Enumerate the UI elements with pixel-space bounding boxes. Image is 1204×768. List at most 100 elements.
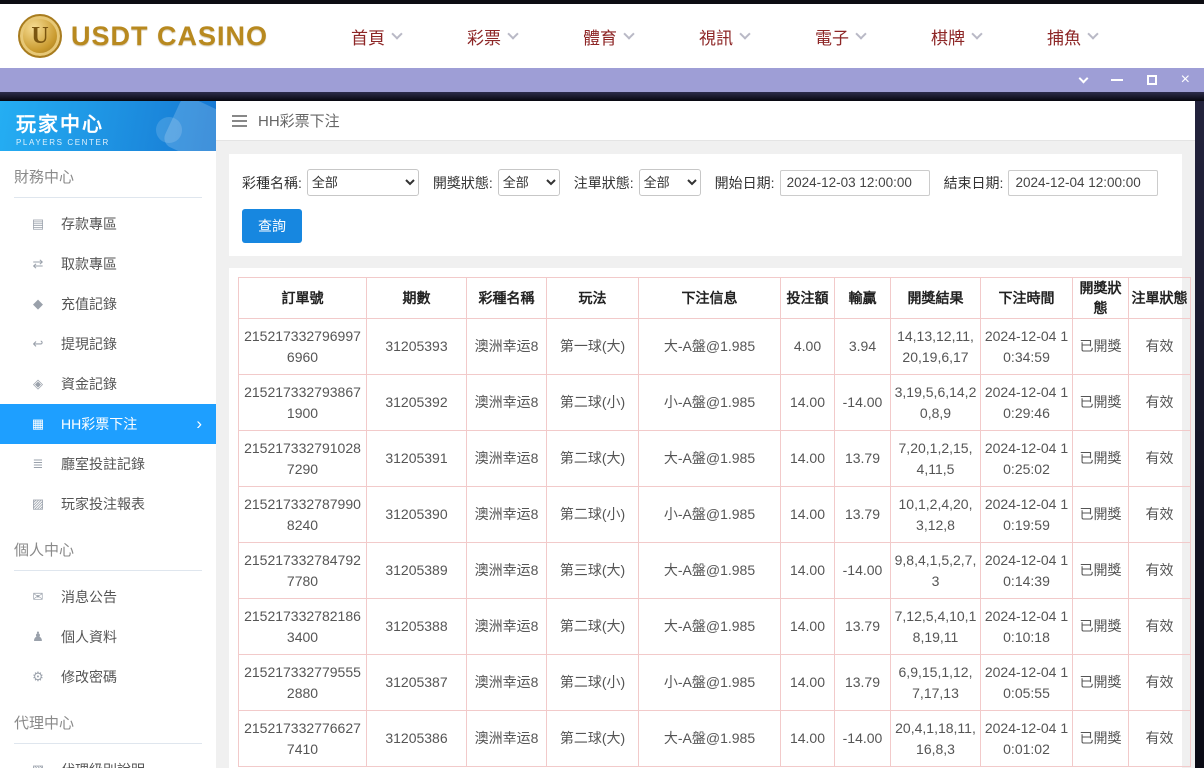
sidebar-item-agent-level-info[interactable]: ▧ 代理級別說明 xyxy=(0,750,216,768)
sidebar-item-change-password[interactable]: ⚙ 修改密碼 xyxy=(0,657,216,697)
room-bet-record-icon: ≣ xyxy=(32,456,44,471)
sidebar-item-label: 代理級別說明 xyxy=(61,760,145,768)
table-cell: 2152173327879908240 xyxy=(238,486,367,543)
nav-item-home[interactable]: 首頁 xyxy=(318,4,434,68)
table-cell: 2024-12-04 10:05:55 xyxy=(980,654,1073,711)
nav-item-live-video[interactable]: 視訊 xyxy=(666,4,782,68)
sidebar-item-hh-lottery-bets[interactable]: ▦ HH彩票下注 › xyxy=(0,404,216,444)
menu-toggle-icon[interactable] xyxy=(232,114,247,127)
sidebar-item-room-bet-records[interactable]: ≣ 廳室投註記錄 xyxy=(0,444,216,484)
sidebar-item-player-bet-report[interactable]: ▨ 玩家投注報表 xyxy=(0,484,216,524)
table-cell: 第二球(小) xyxy=(546,374,639,431)
table-cell: 13.79 xyxy=(834,486,891,543)
table-cell: 2024-12-04 10:29:46 xyxy=(980,374,1073,431)
sidebar-header: 玩家中心 PLAYERS CENTER xyxy=(0,101,216,151)
filter-row: 彩種名稱: 全部 開獎狀態: 全部 注單狀態: 全部 開始日期: 結束日期: xyxy=(242,169,1169,196)
nav-item-chess-cards[interactable]: 棋牌 xyxy=(898,4,1014,68)
table-cell: 14.00 xyxy=(780,374,835,431)
sidebar-item-recharge-records[interactable]: ◆ 充值記錄 xyxy=(0,284,216,324)
table-cell: 14.00 xyxy=(780,654,835,711)
table-cell: 有效 xyxy=(1128,318,1191,375)
chevron-down-icon xyxy=(739,27,751,40)
logo[interactable]: U USDT CASINO xyxy=(18,14,268,58)
sidebar-item-profile[interactable]: ♟ 個人資料 xyxy=(0,617,216,657)
sidebar-item-withdrawal-records[interactable]: ↩ 提現記錄 xyxy=(0,324,216,364)
chevron-down-icon xyxy=(1087,27,1099,40)
search-button[interactable]: 查詢 xyxy=(242,209,302,243)
funds-record-icon: ◈ xyxy=(33,376,43,391)
table-cell: 有效 xyxy=(1128,654,1191,711)
sidebar-item-deposit-area[interactable]: ▤ 存款專區 xyxy=(0,204,216,244)
sidebar-item-announcements[interactable]: ✉ 消息公告 xyxy=(0,577,216,617)
table-cell: 31205390 xyxy=(366,486,467,543)
column-header: 彩種名稱 xyxy=(466,277,547,319)
maximize-button[interactable] xyxy=(1146,75,1157,85)
order-status-select[interactable]: 全部 xyxy=(638,169,701,196)
section-title: 財務中心 xyxy=(14,166,202,198)
table-cell: 3.94 xyxy=(834,318,891,375)
sidebar-item-label: 充值記錄 xyxy=(61,296,117,312)
table-cell: 2152173327910287290 xyxy=(238,430,367,487)
column-header: 訂單號 xyxy=(238,277,367,319)
table-cell: 小-A盤@1.985 xyxy=(638,486,781,543)
table-cell: 已開獎 xyxy=(1072,374,1129,431)
nav-item-slots[interactable]: 電子 xyxy=(782,4,898,68)
nav-item-label: 彩票 xyxy=(467,28,502,48)
bets-table-card: 訂單號 期數 彩種名稱 玩法 下注信息 投注額 輸贏 開獎結果 下注時間 開獎狀態 注單狀態 2152… xyxy=(229,268,1191,768)
cashout-record-icon: ↩ xyxy=(32,336,44,351)
table-cell: 31205392 xyxy=(366,374,467,431)
sidebar-item-funds-records[interactable]: ◈ 資金記錄 xyxy=(0,364,216,404)
nav-item-fishing[interactable]: 捕魚 xyxy=(1014,4,1130,68)
sidebar-item-label: 資金記錄 xyxy=(61,376,117,392)
table-row: 2152173327910287290 31205391 澳洲幸运8 第二球(大) 大-… xyxy=(238,430,1191,487)
end-date-input[interactable] xyxy=(1008,169,1159,196)
table-cell: 澳洲幸运8 xyxy=(466,542,547,599)
sidebar-item-label: 個人資料 xyxy=(61,629,117,645)
draw-status-filter-label: 開獎狀態: xyxy=(432,174,493,191)
table-cell: 大-A盤@1.985 xyxy=(638,542,781,599)
section-title: 代理中心 xyxy=(14,712,202,744)
nav-item-label: 棋牌 xyxy=(931,28,966,48)
sidebar-item-label: HH彩票下注 xyxy=(61,416,138,432)
sidebar: 玩家中心 PLAYERS CENTER 財務中心 ▤ 存款專區 ⇄ 取款專區 ◆ 充值記錄 ↩… xyxy=(0,101,216,768)
table-cell: 14.00 xyxy=(780,542,835,599)
nav-item-lottery[interactable]: 彩票 xyxy=(434,4,550,68)
table-cell: 澳洲幸运8 xyxy=(466,654,547,711)
table-cell: 31205386 xyxy=(366,710,467,767)
breadcrumb: HH彩票下注 xyxy=(216,101,1195,141)
table-header-row: 訂單號 期數 彩種名稱 玩法 下注信息 投注額 輸贏 開獎結果 下注時間 開獎狀態 注單狀態 xyxy=(238,277,1191,319)
table-cell: 小-A盤@1.985 xyxy=(638,654,781,711)
chevron-down-icon xyxy=(391,27,403,40)
close-button[interactable]: × xyxy=(1181,72,1190,88)
content-row: 玩家中心 PLAYERS CENTER 財務中心 ▤ 存款專區 ⇄ 取款專區 ◆ 充值記錄 ↩… xyxy=(0,101,1204,768)
table-cell: 澳洲幸运8 xyxy=(466,374,547,431)
window-chevron-down-icon[interactable] xyxy=(1078,73,1089,83)
sidebar-item-label: 提現記錄 xyxy=(61,336,117,352)
table-cell: 14,13,12,11,20,19,6,17 xyxy=(890,318,981,375)
gear-icon: ⚙ xyxy=(32,669,44,684)
table-cell: 2152173327821863400 xyxy=(238,598,367,655)
site-header: U USDT CASINO 首頁 彩票 體育 視訊 電子 棋牌 捕魚 xyxy=(0,4,1204,68)
lottery-select[interactable]: 全部 xyxy=(306,169,419,196)
table-cell: 14.00 xyxy=(780,486,835,543)
user-icon: ♟ xyxy=(32,629,44,644)
table-cell: 31205391 xyxy=(366,430,467,487)
sidebar-item-withdrawal-area[interactable]: ⇄ 取款專區 xyxy=(0,244,216,284)
chevron-down-icon xyxy=(971,27,983,40)
table-row: 2152173327766277410 31205386 澳洲幸运8 第二球(大) 大-… xyxy=(238,710,1191,767)
nav-item-sports[interactable]: 體育 xyxy=(550,4,666,68)
start-date-input[interactable] xyxy=(779,169,930,196)
table-row: 2152173327879908240 31205390 澳洲幸运8 第二球(小) 小-… xyxy=(238,486,1191,543)
table-cell: 第二球(大) xyxy=(546,430,639,487)
main-nav: 首頁 彩票 體育 視訊 電子 棋牌 捕魚 xyxy=(318,4,1130,68)
table-cell: 2152173327847927780 xyxy=(238,542,367,599)
table-cell: 31205389 xyxy=(366,542,467,599)
nav-item-label: 體育 xyxy=(583,28,618,48)
sidebar-subtitle: PLAYERS CENTER xyxy=(16,138,110,147)
sidebar-item-label: 玩家投注報表 xyxy=(61,496,145,512)
table-cell: 13.79 xyxy=(834,430,891,487)
minimize-button[interactable] xyxy=(1110,79,1123,81)
table-cell: 大-A盤@1.985 xyxy=(638,318,781,375)
sidebar-item-label: 消息公告 xyxy=(61,589,117,605)
draw-status-select[interactable]: 全部 xyxy=(497,169,560,196)
